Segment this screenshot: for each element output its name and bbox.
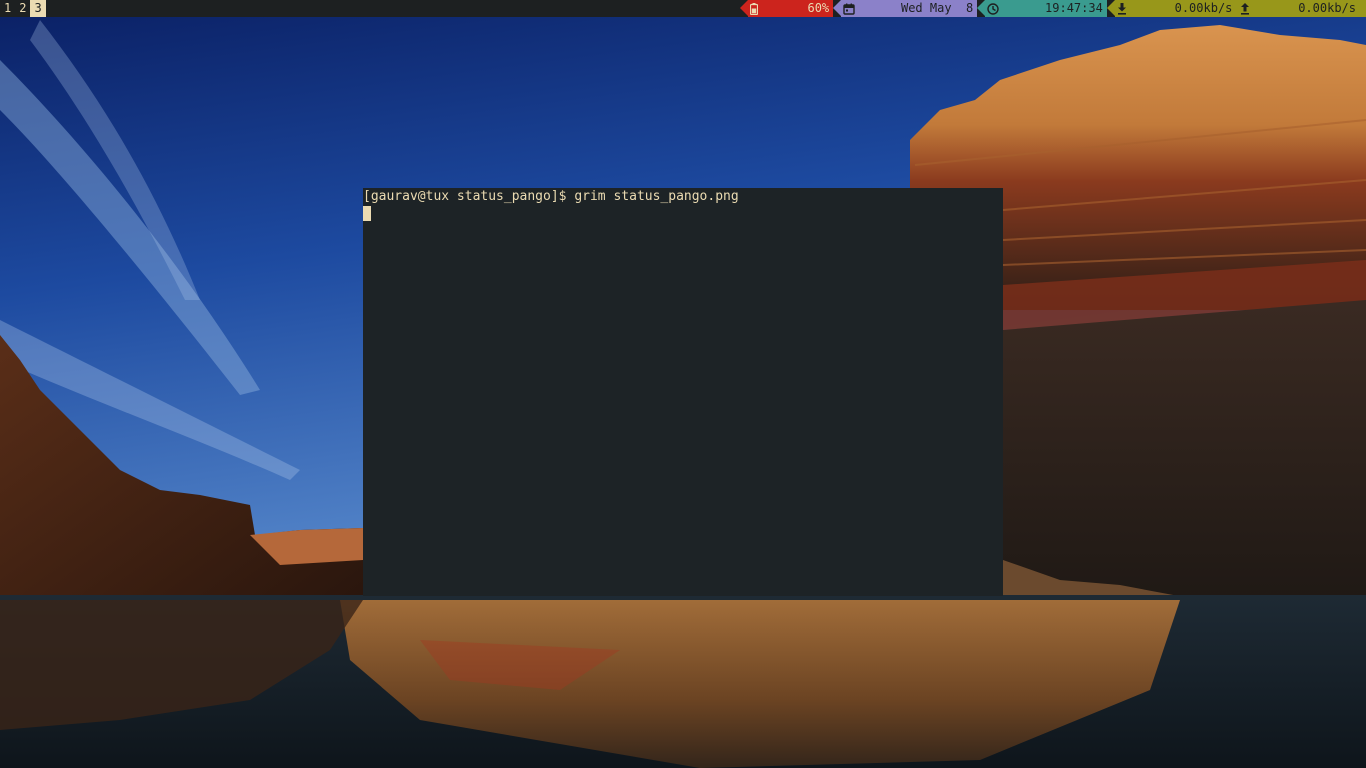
download-rate: 0.00kb/s bbox=[1174, 1, 1233, 15]
workspace-button-1[interactable]: 1 bbox=[0, 0, 15, 17]
time-separator bbox=[977, 0, 986, 16]
network-separator bbox=[1106, 0, 1115, 16]
shell-command: grim status_pango.png bbox=[574, 189, 739, 204]
battery-separator bbox=[739, 0, 748, 16]
terminal-cursor bbox=[363, 206, 371, 221]
terminal-command-line: [gaurav@tux status_pango]$ grim status_p… bbox=[363, 188, 739, 206]
time-block[interactable]: 19:47:34 bbox=[977, 0, 1107, 17]
workspace-button-2[interactable]: 2 bbox=[15, 0, 30, 17]
terminal-window[interactable]: [gaurav@tux status_pango]$ grim status_p… bbox=[363, 188, 1003, 596]
clock-icon bbox=[987, 0, 1045, 49]
status-bar: 123 60% Wed May 8 19:47:34 0.00kb/s 0.00… bbox=[0, 0, 1366, 17]
workspace-button-3[interactable]: 3 bbox=[30, 0, 46, 17]
workspace-list: 123 bbox=[0, 0, 46, 17]
date-value: Wed May 8 bbox=[900, 1, 974, 15]
status-blocks: 60% Wed May 8 19:47:34 0.00kb/s 0.00kb/s bbox=[739, 0, 1366, 17]
battery-icon bbox=[749, 0, 808, 49]
calendar-icon bbox=[843, 0, 901, 49]
upload-rate: 0.00kb/s bbox=[1298, 1, 1356, 15]
network-block[interactable]: 0.00kb/s 0.00kb/s bbox=[1106, 0, 1366, 17]
time-value: 19:47:34 bbox=[1045, 1, 1103, 15]
battery-value: 60% bbox=[807, 1, 830, 15]
upload-icon bbox=[1240, 0, 1298, 49]
download-icon bbox=[1117, 0, 1175, 49]
shell-prompt: [gaurav@tux status_pango]$ bbox=[363, 189, 575, 204]
date-block[interactable]: Wed May 8 bbox=[833, 0, 978, 17]
date-separator bbox=[833, 0, 842, 16]
battery-block[interactable]: 60% bbox=[739, 0, 834, 17]
